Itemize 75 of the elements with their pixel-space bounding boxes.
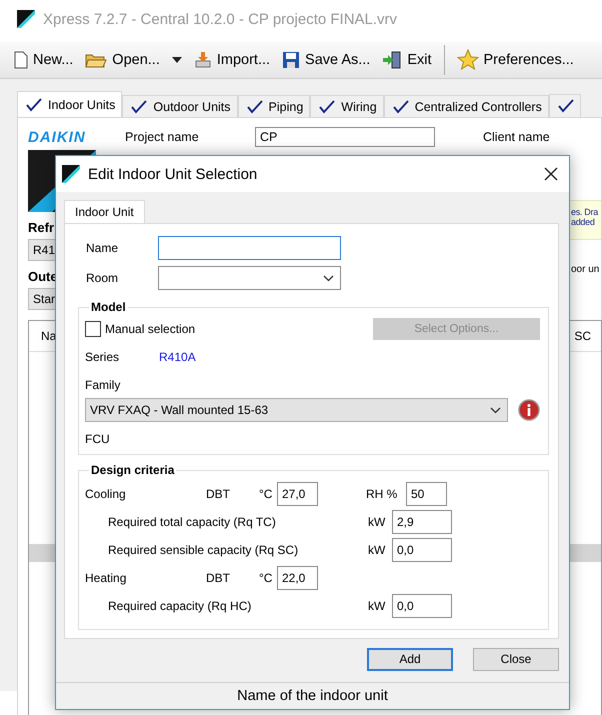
window-title: Xpress 7.2.7 - Central 10.2.0 - CP projecto FINAL.vrv <box>43 10 398 28</box>
manual-selection-checkbox[interactable]: Manual selection <box>85 321 196 337</box>
group-title: Design criteria <box>90 463 176 477</box>
floppy-icon <box>282 51 300 69</box>
close-icon[interactable] <box>544 167 558 181</box>
note-text: added <box>571 217 595 227</box>
unit-label: °C <box>259 571 274 585</box>
row-label: Required capacity (Rq HC) <box>107 599 252 613</box>
field-label: Room <box>85 271 120 285</box>
tab[interactable]: Wiring <box>310 95 384 117</box>
series-value: R410A <box>159 350 196 364</box>
measure-label: DBT <box>206 487 231 501</box>
field-label: Name <box>85 241 120 255</box>
check-icon <box>131 100 148 114</box>
name-field[interactable] <box>158 236 341 260</box>
toolbar-button[interactable]: New... <box>14 51 74 69</box>
app-logo-icon <box>17 10 35 28</box>
unit-label: °C <box>259 487 274 501</box>
brand-logo: DAIKIN <box>28 128 87 146</box>
check-icon <box>319 100 336 114</box>
toolbar-button[interactable]: Open... <box>85 51 160 69</box>
field-label: Family <box>85 378 122 392</box>
star-icon <box>456 49 479 71</box>
humidity-field[interactable]: 50 <box>406 482 447 506</box>
capacity-field[interactable]: 0,0 <box>392 538 452 562</box>
section-heading: Refr <box>28 220 54 235</box>
temperature-field[interactable]: 27,0 <box>277 482 318 506</box>
chevron-down-icon <box>323 274 334 282</box>
unit-label: kW <box>368 515 386 529</box>
import-icon <box>194 51 212 69</box>
info-icon[interactable] <box>518 399 540 421</box>
toolbar-button[interactable]: Save As... <box>282 51 370 69</box>
dialog-button[interactable]: Add <box>367 648 453 670</box>
dropdown-caret-icon[interactable] <box>172 57 182 63</box>
row-label: Heating <box>85 571 128 585</box>
row-label: Cooling <box>85 487 127 501</box>
toolbar-button[interactable]: Exit <box>382 51 432 69</box>
chevron-down-icon <box>490 406 501 414</box>
temperature-field[interactable]: 22,0 <box>277 566 318 590</box>
unit-label: kW <box>368 543 386 557</box>
room-dropdown[interactable] <box>158 266 341 290</box>
check-icon <box>558 99 574 113</box>
capacity-field[interactable]: 0,0 <box>392 594 452 618</box>
unit-type-label: FCU <box>85 432 111 446</box>
toolbar-button[interactable]: Import... <box>194 51 270 69</box>
tab[interactable]: Outdoor Units <box>122 95 238 117</box>
dialog-button[interactable]: Close <box>473 648 559 670</box>
group-title: Model <box>90 300 127 314</box>
check-icon <box>392 100 409 114</box>
row-label: Required total capacity (Rq TC) <box>107 515 277 529</box>
capacity-field[interactable]: 2,9 <box>392 510 452 534</box>
check-icon <box>26 98 42 112</box>
tab[interactable]: Piping <box>238 95 310 117</box>
label: oor un <box>570 264 600 275</box>
tab[interactable]: Indoor Units <box>17 91 122 117</box>
document-icon <box>14 51 28 69</box>
field-label: Series <box>85 350 120 364</box>
app-logo-icon <box>62 165 80 183</box>
tab[interactable]: Centralized Controllers <box>384 95 549 117</box>
row-label: Required sensible capacity (Rq SC) <box>107 543 300 557</box>
tab[interactable] <box>548 94 581 117</box>
field-label: Client name <box>483 130 550 144</box>
tab[interactable]: Indoor Unit <box>64 200 145 223</box>
dialog-title: Edit Indoor Unit Selection <box>88 166 258 182</box>
exit-door-icon <box>382 51 402 69</box>
family-dropdown[interactable]: VRV FXAQ - Wall mounted 15-63 <box>85 398 508 422</box>
note-text: es. Dra <box>571 207 598 217</box>
check-icon <box>246 100 263 114</box>
measure-label: DBT <box>206 571 231 585</box>
unit-label: kW <box>368 599 386 613</box>
project-name-field[interactable]: CP <box>255 127 435 147</box>
humidity-label: RH % <box>366 487 398 501</box>
toolbar-button[interactable]: Preferences... <box>456 49 574 71</box>
field-label: Project name <box>125 130 200 144</box>
status-text: Name of the indoor unit <box>56 682 569 709</box>
